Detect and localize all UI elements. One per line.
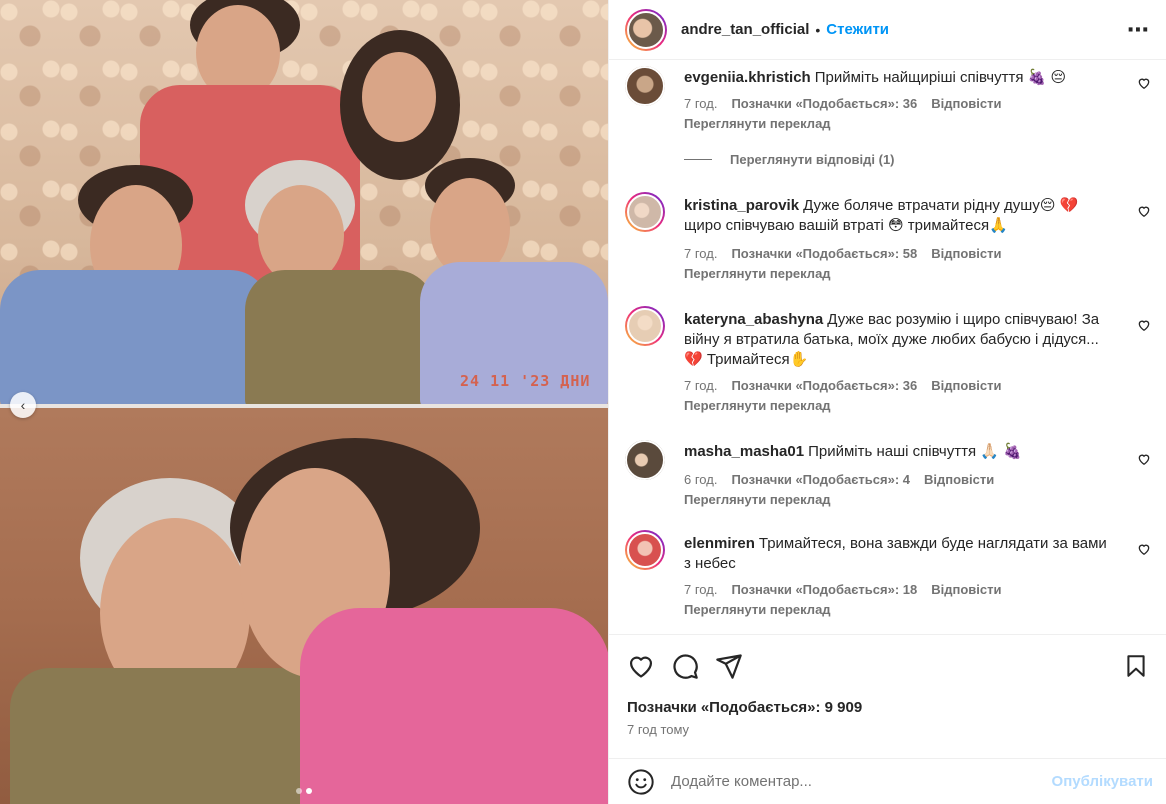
comment-text: Прийміть наші співчуття 🙏🏻 🍇 [808, 443, 1022, 460]
figure-shirt [245, 270, 435, 410]
post-side-panel: andre_tan_official • Стежити ⋯ evgeniia.… [608, 0, 1166, 804]
reply-button[interactable]: Відповісти [931, 378, 1001, 393]
bookmark-icon[interactable] [1123, 652, 1149, 680]
posted-time: 7 год тому [627, 722, 690, 737]
comment-likes[interactable]: Позначки «Подобається»: 4 [731, 472, 910, 487]
comment-likes[interactable]: Позначки «Подобається»: 58 [731, 246, 917, 261]
author-username[interactable]: andre_tan_official [681, 21, 809, 38]
comment-username[interactable]: kateryna_abashyna [684, 311, 823, 328]
comment-username[interactable]: evgeniia.khristich [684, 69, 811, 86]
comment-body: kateryna_abashyna Дуже вас розумію і щиро… [684, 310, 1114, 370]
view-translation[interactable]: Переглянути переклад [684, 602, 831, 617]
comment-meta: 6 год. Позначки «Подобається»: 4 Відпові… [684, 472, 994, 487]
comment-meta: 7 год. Позначки «Подобається»: 36 Відпов… [684, 96, 1001, 111]
commenter-avatar[interactable] [625, 192, 665, 232]
post-actions: Позначки «Подобається»: 9 909 7 год тому [609, 634, 1166, 737]
comment-body: elenmiren Тримайтеся, вона завжди буде на… [684, 534, 1114, 574]
carousel-prev-button[interactable]: ‹ [10, 392, 36, 418]
view-translation[interactable]: Переглянути переклад [684, 398, 831, 413]
more-options-icon[interactable]: ⋯ [1127, 17, 1150, 43]
commenter-avatar[interactable] [625, 440, 665, 480]
comment-text: Прийміть найщиріші співчуття 🍇 😔 [814, 69, 1067, 86]
photo-date-stamp: 24 11 '23 ДНИ [460, 372, 591, 390]
comment-input[interactable] [671, 773, 1052, 790]
commenter-avatar[interactable] [625, 66, 665, 106]
comment-body: masha_masha01 Прийміть наші співчуття 🙏🏻 … [684, 442, 1114, 462]
heart-icon[interactable] [1137, 318, 1151, 332]
view-translation[interactable]: Переглянути переклад [684, 266, 831, 281]
comment-body: kristina_parovik Дуже боляче втрачати рід… [684, 196, 1114, 236]
comment-username[interactable]: masha_masha01 [684, 443, 804, 460]
comment-likes[interactable]: Позначки «Подобається»: 36 [731, 96, 917, 111]
comments-list[interactable]: evgeniia.khristich Прийміть найщиріші спі… [609, 60, 1166, 634]
view-replies-label: Переглянути відповіді (1) [730, 152, 895, 167]
heart-icon[interactable] [1137, 76, 1151, 90]
view-translation[interactable]: Переглянути переклад [684, 492, 831, 507]
follow-button[interactable]: Стежити [826, 21, 889, 38]
commenter-avatar[interactable] [625, 306, 665, 346]
comment-bubble-icon[interactable] [671, 652, 699, 680]
comment-meta: 7 год. Позначки «Подобається»: 36 Відпов… [684, 378, 1001, 393]
carousel-dot-active [306, 788, 312, 794]
commenter-avatar[interactable] [625, 530, 665, 570]
like-heart-icon[interactable] [627, 652, 655, 680]
comment-time: 7 год. [684, 246, 718, 261]
reply-button[interactable]: Відповісти [931, 96, 1001, 111]
view-translation[interactable]: Переглянути переклад [684, 116, 831, 131]
publish-button[interactable]: Опублікувати [1052, 773, 1153, 790]
post-photo[interactable]: 24 11 '23 ДНИ ‹ [0, 0, 608, 804]
figure-face [362, 52, 436, 142]
add-comment-bar: Опублікувати [609, 758, 1166, 804]
replies-line [684, 159, 712, 160]
carousel-dot [296, 788, 302, 794]
separator-dot: • [815, 21, 821, 38]
comment-time: 6 год. [684, 472, 718, 487]
comment-likes[interactable]: Позначки «Подобається»: 36 [731, 378, 917, 393]
comment-time: 7 год. [684, 378, 718, 393]
post-header: andre_tan_official • Стежити ⋯ [609, 0, 1166, 60]
heart-icon[interactable] [1137, 542, 1151, 556]
reply-button[interactable]: Відповісти [924, 472, 994, 487]
figure-shirt [0, 270, 270, 410]
comment-username[interactable]: elenmiren [684, 535, 755, 552]
photo-bottom-portrait [0, 408, 608, 804]
figure-shirt [300, 608, 608, 804]
carousel-dots [0, 788, 608, 794]
reply-button[interactable]: Відповісти [931, 582, 1001, 597]
reply-button[interactable]: Відповісти [931, 246, 1001, 261]
photo-top-family: 24 11 '23 ДНИ [0, 0, 608, 410]
comment-meta: 7 год. Позначки «Подобається»: 58 Відпов… [684, 246, 1001, 261]
comment-username[interactable]: kristina_parovik [684, 197, 799, 214]
comment-meta: 7 год. Позначки «Подобається»: 18 Відпов… [684, 582, 1001, 597]
heart-icon[interactable] [1137, 204, 1151, 218]
chevron-left-icon: ‹ [20, 397, 26, 413]
figure-shirt [10, 668, 350, 804]
share-send-icon[interactable] [715, 652, 743, 680]
comment-body: evgeniia.khristich Прийміть найщиріші спі… [684, 68, 1114, 88]
view-replies-button[interactable]: Переглянути відповіді (1) [684, 152, 895, 167]
comment-likes[interactable]: Позначки «Подобається»: 18 [731, 582, 917, 597]
likes-total[interactable]: Позначки «Подобається»: 9 909 [627, 699, 1149, 716]
heart-icon[interactable] [1137, 452, 1151, 466]
emoji-icon[interactable] [627, 768, 655, 796]
author-avatar[interactable] [625, 8, 667, 51]
action-icons-row [627, 651, 1149, 681]
comment-time: 7 год. [684, 96, 718, 111]
comment-time: 7 год. [684, 582, 718, 597]
